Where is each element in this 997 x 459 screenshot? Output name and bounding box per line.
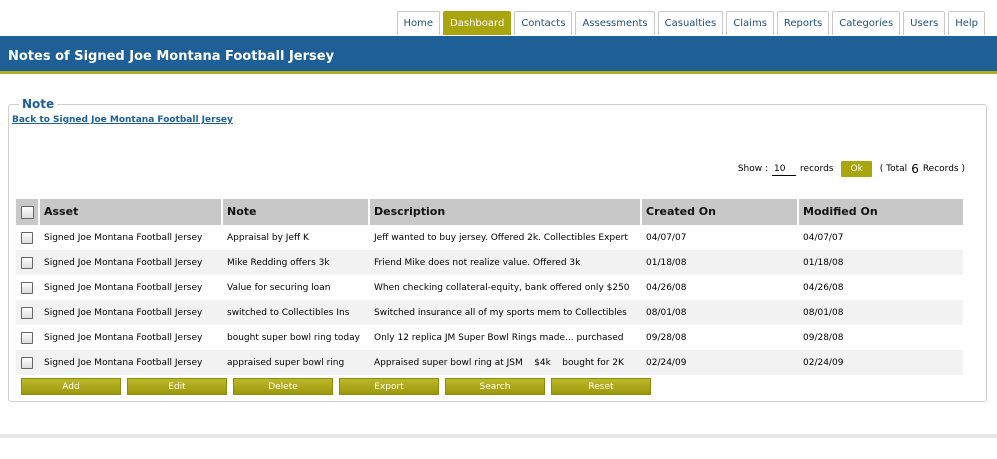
page-title: Notes of Signed Joe Montana Football Jer… (8, 49, 335, 64)
created-cell: 08/01/08 (646, 307, 687, 318)
tab-claims[interactable]: Claims (726, 11, 774, 35)
row-checkbox[interactable] (21, 356, 33, 369)
total-prefix: ( Total (879, 164, 908, 174)
row-checkbox[interactable] (21, 281, 33, 294)
table-row[interactable]: Signed Joe Montana Football Jersey appra… (16, 350, 963, 375)
notes-table: Asset Note Description Created On Modifi… (16, 199, 963, 375)
tab-contacts[interactable]: Contacts (514, 11, 573, 35)
description-cell: Switched insurance all of my sports mem … (374, 307, 627, 318)
modified-cell: 01/18/08 (803, 257, 844, 268)
edit-button[interactable]: Edit (127, 378, 227, 395)
column-header-note[interactable]: Note (223, 199, 370, 225)
search-button[interactable]: Search (445, 378, 545, 395)
asset-cell: Signed Joe Montana Football Jersey (44, 282, 203, 293)
main-nav: Home Dashboard Contacts Assessments Casu… (396, 11, 985, 35)
tab-assessments[interactable]: Assessments (575, 11, 655, 35)
row-checkbox[interactable] (21, 231, 33, 244)
table-row[interactable]: Signed Joe Montana Football Jersey switc… (16, 300, 963, 325)
delete-button[interactable]: Delete (233, 378, 333, 395)
column-header-description[interactable]: Description (370, 199, 642, 225)
ok-button[interactable]: Ok (841, 161, 872, 177)
row-checkbox[interactable] (21, 331, 33, 344)
created-cell: 04/07/07 (646, 232, 687, 243)
show-label: Show : (737, 164, 769, 174)
note-cell: Mike Redding offers 3k (227, 257, 330, 268)
pager: Show : records Ok ( Total 6 Records ) (738, 161, 965, 177)
note-cell: appraised super bowl ring (227, 357, 345, 368)
modified-cell: 09/28/08 (803, 332, 844, 343)
modified-cell: 02/24/09 (803, 357, 844, 368)
select-all-checkbox[interactable] (21, 205, 34, 219)
page-header: Notes of Signed Joe Montana Football Jer… (0, 36, 997, 74)
tab-casualties[interactable]: Casualties (657, 11, 724, 35)
description-cell: Jeff wanted to buy jersey. Offered 2k. C… (374, 232, 628, 243)
row-select-cell (16, 331, 40, 344)
tab-help[interactable]: Help (948, 11, 985, 35)
action-bar: Add Edit Delete Export Search Reset (21, 378, 651, 395)
note-cell: Appraisal by Jeff K (227, 232, 309, 243)
table-row[interactable]: Signed Joe Montana Football Jersey Value… (16, 275, 963, 300)
asset-cell: Signed Joe Montana Football Jersey (44, 357, 203, 368)
description-cell: Friend Mike does not realize value. Offe… (374, 257, 581, 268)
asset-cell: Signed Joe Montana Football Jersey (44, 232, 203, 243)
modified-cell: 04/07/07 (803, 232, 844, 243)
asset-cell: Signed Joe Montana Football Jersey (44, 332, 203, 343)
table-body: Signed Joe Montana Football Jersey Appra… (16, 225, 963, 375)
table-header: Asset Note Description Created On Modifi… (16, 199, 963, 225)
modified-cell: 08/01/08 (803, 307, 844, 318)
tab-users[interactable]: Users (903, 11, 946, 35)
asset-cell: Signed Joe Montana Football Jersey (44, 257, 203, 268)
note-cell: switched to Collectibles Ins (227, 307, 350, 318)
records-label: records (800, 164, 834, 174)
asset-cell: Signed Joe Montana Football Jersey (44, 307, 203, 318)
row-checkbox[interactable] (21, 256, 33, 269)
created-cell: 02/24/09 (646, 357, 687, 368)
tab-reports[interactable]: Reports (776, 11, 830, 35)
description-cell: Appraised super bowl ring at JSM $4k bou… (374, 357, 624, 368)
tab-categories[interactable]: Categories (832, 11, 901, 35)
table-row[interactable]: Signed Joe Montana Football Jersey Appra… (16, 225, 963, 250)
column-header-created-on[interactable]: Created On (642, 199, 799, 225)
note-cell: bought super bowl ring today (227, 332, 360, 343)
row-select-cell (16, 256, 40, 269)
column-header-modified-on[interactable]: Modified On (799, 199, 963, 225)
column-header-asset[interactable]: Asset (40, 199, 223, 225)
panel-legend: Note (19, 97, 58, 111)
tab-home[interactable]: Home (396, 11, 441, 35)
table-row[interactable]: Signed Joe Montana Football Jersey bough… (16, 325, 963, 350)
row-select-cell (16, 281, 40, 294)
description-cell: Only 12 replica JM Super Bowl Rings made… (374, 332, 624, 343)
created-cell: 04/26/08 (646, 282, 687, 293)
records-per-page-input[interactable] (772, 162, 797, 176)
add-button[interactable]: Add (21, 378, 121, 395)
description-cell: When checking collateral-equity, bank of… (374, 282, 630, 293)
reset-button[interactable]: Reset (551, 378, 651, 395)
tab-dashboard[interactable]: Dashboard (443, 11, 512, 35)
select-all-cell (16, 199, 40, 225)
created-cell: 01/18/08 (646, 257, 687, 268)
total-suffix: Records ) (922, 164, 965, 174)
row-select-cell (16, 356, 40, 369)
row-checkbox[interactable] (21, 306, 33, 319)
created-cell: 09/28/08 (646, 332, 687, 343)
total-count: 6 (911, 162, 919, 176)
row-select-cell (16, 306, 40, 319)
table-row[interactable]: Signed Joe Montana Football Jersey Mike … (16, 250, 963, 275)
back-link[interactable]: Back to Signed Joe Montana Football Jers… (12, 115, 233, 125)
modified-cell: 04/26/08 (803, 282, 844, 293)
row-select-cell (16, 231, 40, 244)
export-button[interactable]: Export (339, 378, 439, 395)
note-cell: Value for securing loan (227, 282, 331, 293)
